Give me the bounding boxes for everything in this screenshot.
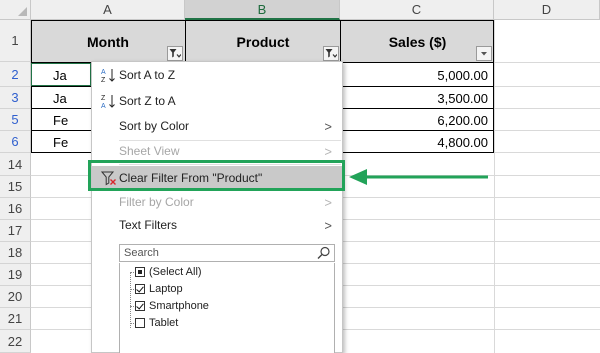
row-header-14[interactable]: 14 (0, 153, 31, 176)
sort-by-color-label: Sort by Color (119, 119, 190, 133)
select-all-label: (Select All) (149, 266, 202, 278)
sort-ascending-icon: A Z (101, 69, 115, 83)
row-header-15[interactable]: 15 (0, 176, 31, 198)
menu-filter-by-color: Filter by Color > (92, 190, 342, 214)
highlight-callout-box (88, 160, 345, 191)
cell-c6[interactable]: 4,800.00 (341, 131, 494, 153)
row-header-20[interactable]: 20 (0, 286, 31, 308)
smartphone-label: Smartphone (149, 300, 209, 312)
svg-text:Z: Z (101, 77, 106, 83)
header-product-label: Product (236, 33, 290, 50)
filter-search-input[interactable]: Search (119, 244, 335, 262)
row-header-6[interactable]: 6 (0, 131, 31, 153)
sales-filter-button[interactable] (476, 46, 492, 61)
menu-sort-a-to-z[interactable]: A Z Sort A to Z (92, 63, 342, 87)
row-header-3[interactable]: 3 (0, 87, 31, 109)
cell-c2[interactable]: 5,000.00 (341, 64, 494, 86)
filter-dropdown-menu: A Z Sort A to Z Z A Sort Z to A Sort by … (91, 61, 343, 353)
column-header-d[interactable]: D (494, 0, 600, 20)
column-header-b[interactable]: B (185, 0, 340, 20)
row-header-2[interactable]: 2 (0, 62, 31, 87)
row-header-21[interactable]: 21 (0, 308, 31, 330)
sort-a-to-z-label: Sort A to Z (119, 68, 176, 82)
svg-text:A: A (101, 103, 106, 109)
filter-active-icon (169, 49, 181, 58)
month-filter-button[interactable] (167, 46, 183, 61)
list-item-smartphone[interactable]: Smartphone (135, 298, 209, 314)
row-header-5[interactable]: 5 (0, 109, 31, 131)
chevron-right-icon: > (324, 143, 332, 159)
header-cell-month[interactable]: Month (31, 21, 185, 62)
search-icon (317, 246, 330, 259)
row-header-1[interactable]: 1 (0, 20, 31, 62)
row-header-22[interactable]: 22 (0, 330, 31, 353)
header-cell-product[interactable]: Product (186, 21, 340, 62)
column-header-c[interactable]: C (340, 0, 494, 20)
product-filter-button[interactable] (323, 46, 339, 61)
list-item-tablet[interactable]: Tablet (135, 315, 178, 331)
filter-values-list[interactable]: (Select All) Laptop Smartphone Tablet (119, 263, 335, 353)
search-placeholder: Search (124, 247, 159, 259)
header-month-label: Month (87, 33, 129, 50)
select-all-corner[interactable] (0, 0, 31, 20)
callout-arrow-icon (349, 169, 488, 185)
sort-descending-icon: Z A (101, 95, 115, 109)
sheet-view-label: Sheet View (119, 144, 180, 158)
chevron-right-icon: > (324, 194, 332, 210)
svg-text:A: A (101, 69, 106, 76)
list-item-select-all[interactable]: (Select All) (135, 264, 202, 280)
dropdown-arrow-icon (481, 52, 487, 56)
selected-cell-outline (31, 63, 91, 86)
column-header-a[interactable]: A (31, 0, 185, 20)
svg-text:Z: Z (101, 95, 106, 102)
checkbox-smartphone[interactable] (135, 301, 145, 311)
menu-sort-z-to-a[interactable]: Z A Sort Z to A (92, 89, 342, 113)
menu-text-filters[interactable]: Text Filters > (92, 213, 342, 237)
tablet-label: Tablet (149, 317, 179, 329)
row-header-18[interactable]: 18 (0, 242, 31, 264)
cell-c3[interactable]: 3,500.00 (341, 87, 494, 109)
text-filters-label: Text Filters (119, 218, 178, 232)
filter-active-icon (325, 49, 337, 58)
sort-z-to-a-label: Sort Z to A (119, 94, 176, 108)
header-sales-label: Sales ($) (388, 33, 447, 50)
cell-c5[interactable]: 6,200.00 (341, 109, 494, 131)
filter-by-color-label: Filter by Color (119, 195, 194, 209)
checkbox-laptop[interactable] (135, 284, 145, 294)
chevron-right-icon: > (324, 217, 332, 233)
header-cell-sales[interactable]: Sales ($) (341, 21, 494, 62)
row-header-16[interactable]: 16 (0, 198, 31, 220)
row-header-17[interactable]: 17 (0, 220, 31, 242)
chevron-right-icon: > (324, 118, 332, 134)
row-header-19[interactable]: 19 (0, 264, 31, 286)
checkbox-select-all[interactable] (135, 267, 145, 277)
laptop-label: Laptop (149, 283, 183, 295)
menu-sort-by-color[interactable]: Sort by Color > (92, 114, 342, 138)
checkbox-tablet[interactable] (135, 318, 145, 328)
list-item-laptop[interactable]: Laptop (135, 281, 183, 297)
